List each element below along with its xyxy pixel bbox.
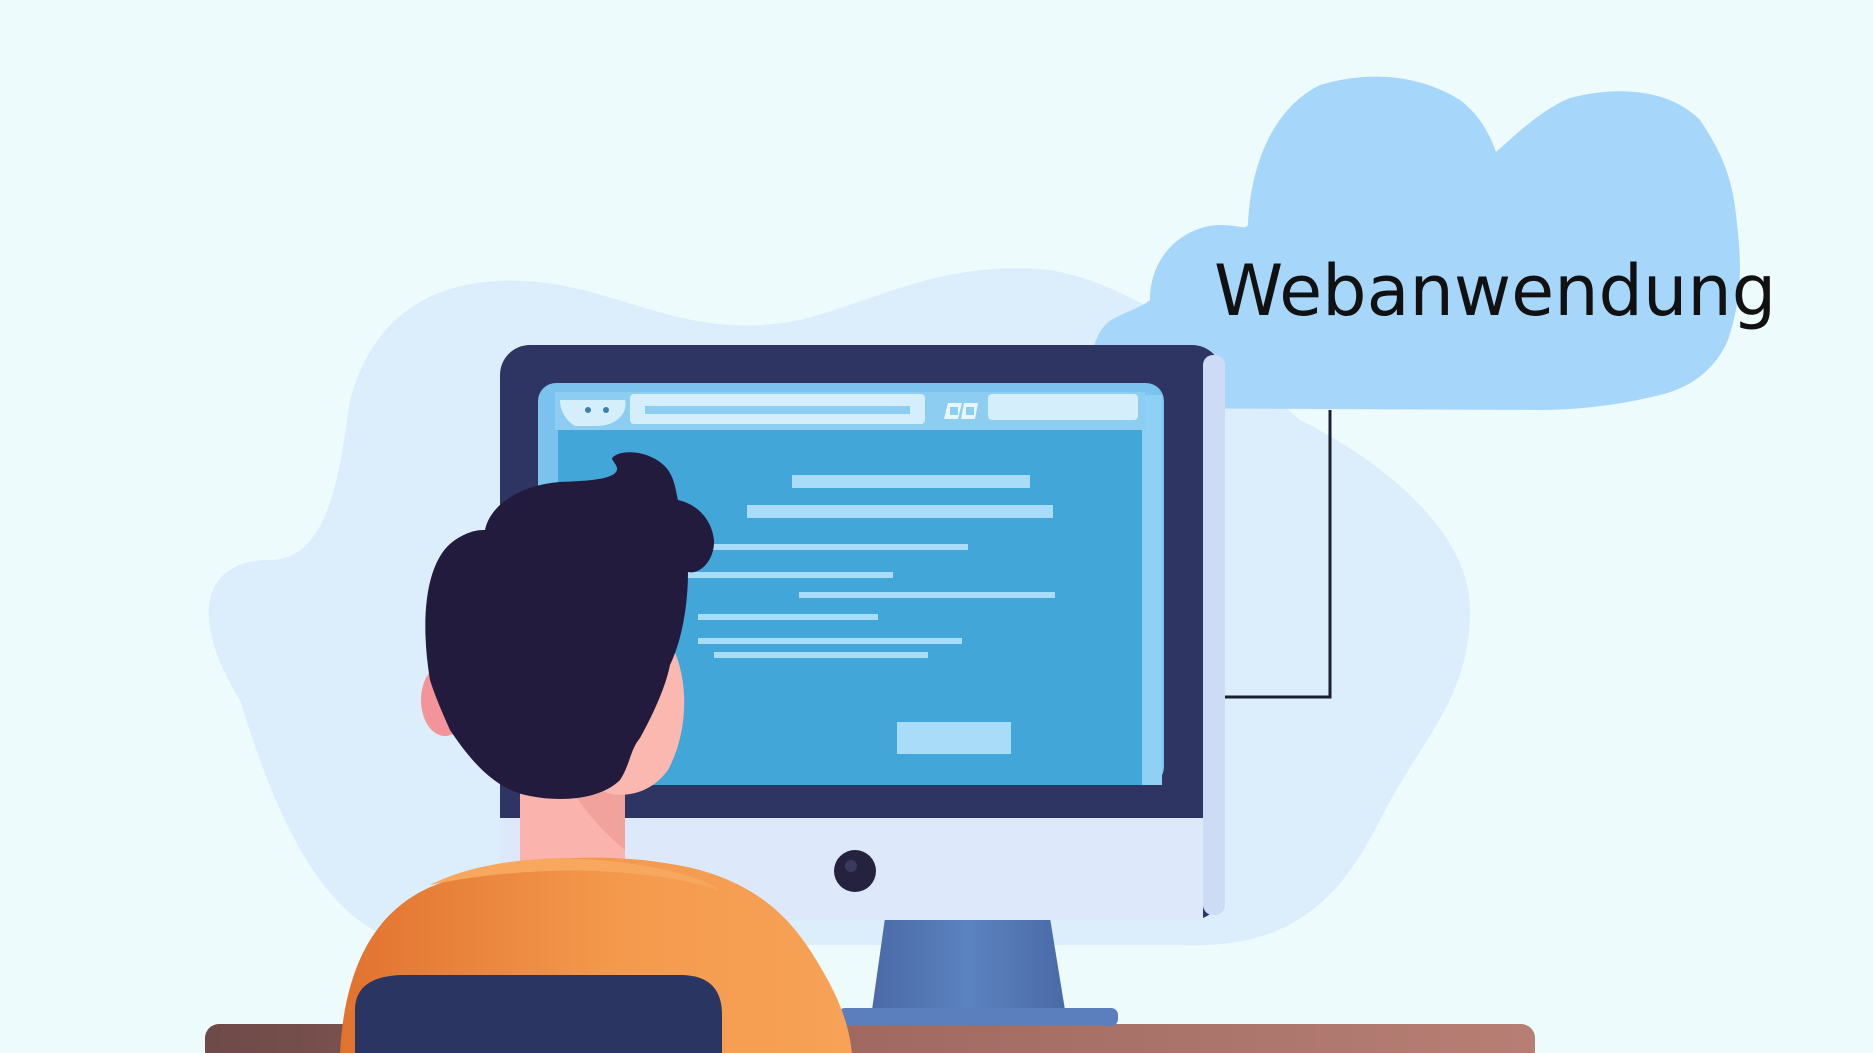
content-line [799, 592, 1055, 598]
content-line [690, 544, 968, 550]
person-at-computer-illustration [205, 76, 1740, 1053]
content-line [792, 475, 1030, 488]
illustration: Webanwendung [0, 0, 1873, 1053]
content-line [714, 652, 928, 658]
monitor-side-shade [1203, 355, 1225, 915]
search-bar [988, 394, 1138, 420]
content-line [680, 572, 893, 578]
cloud-label: Webanwendung [1214, 250, 1777, 332]
content-line [698, 614, 878, 620]
monitor-base [838, 1008, 1118, 1026]
monitor-stand [872, 918, 1065, 1010]
chair-back [355, 975, 722, 1053]
content-line [698, 638, 962, 644]
submit-button-graphic [897, 722, 1011, 754]
content-line [747, 505, 1053, 518]
monitor-button-icon [834, 850, 876, 892]
